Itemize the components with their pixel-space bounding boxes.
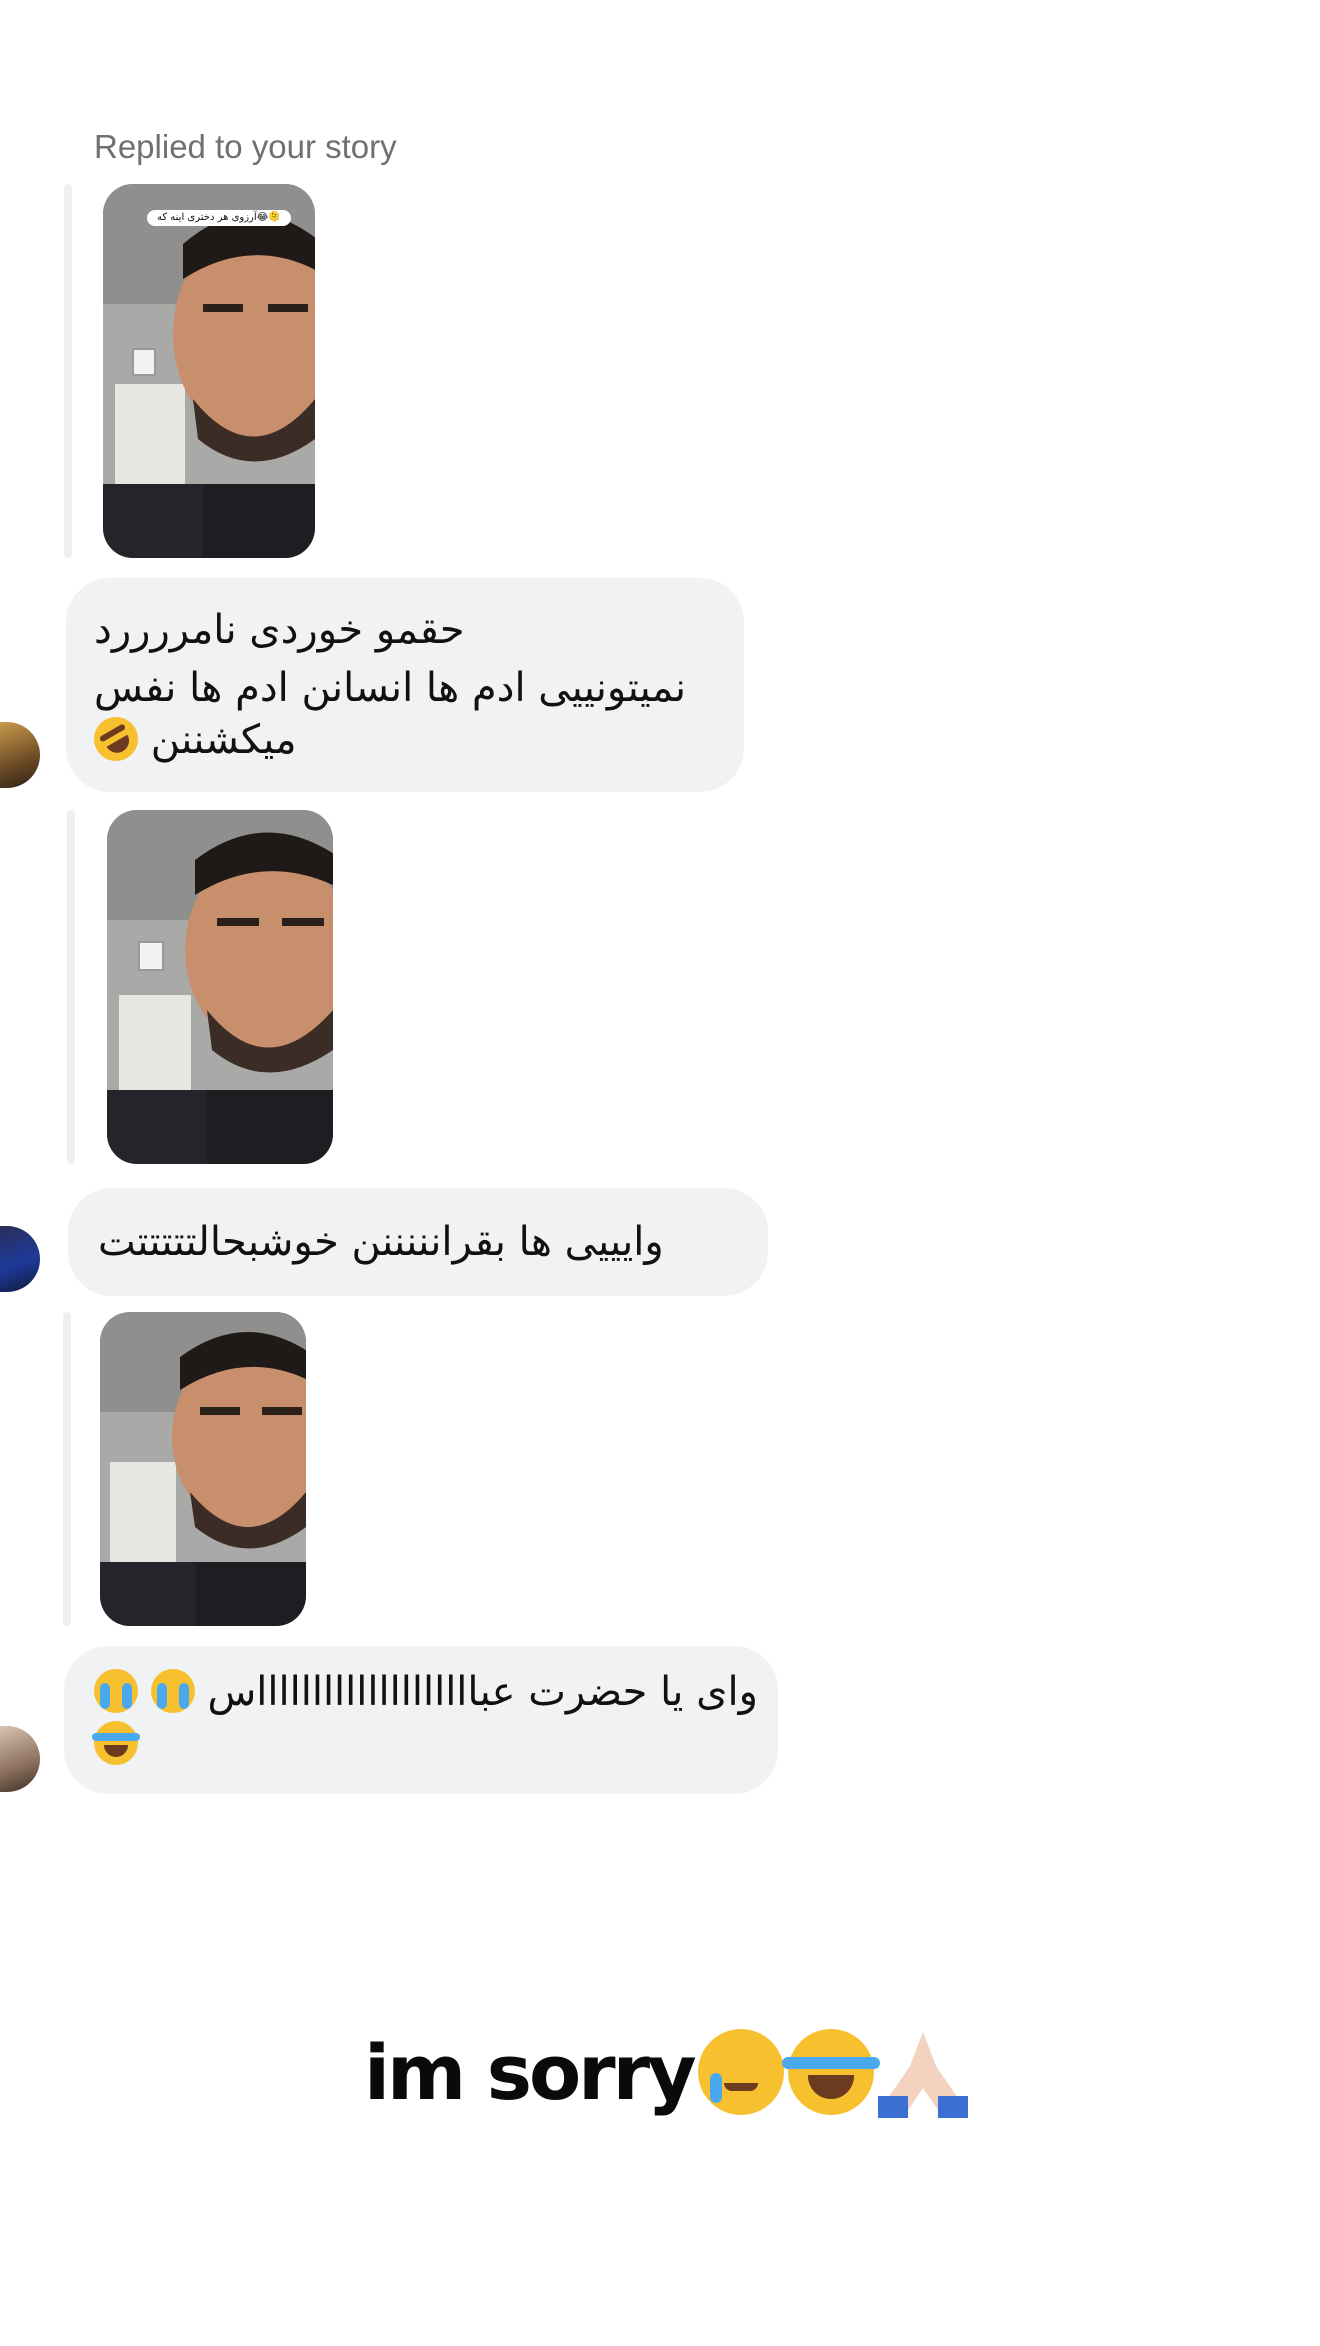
story-image	[100, 1312, 306, 1626]
message-bubble[interactable]: حقمو خوردی نامررررد نمیتونییی ادم ها انس…	[66, 578, 744, 792]
rolling-on-floor-laughing-icon	[85, 708, 147, 770]
sender-avatar[interactable]	[0, 722, 40, 788]
face-with-tears-of-joy-icon	[92, 1721, 140, 1765]
message-line-with-emoji: میکشننن	[85, 708, 297, 770]
reply-quote-line	[67, 810, 75, 1164]
story-thumbnail[interactable]	[107, 810, 333, 1164]
message-line: حقمو خوردی نامررررد	[94, 607, 465, 653]
story-text-overlay: آرزوی هر دختری اینه که😂🫠	[147, 210, 291, 226]
message-line-emoji	[92, 1718, 140, 1770]
story-image	[107, 810, 333, 1164]
replied-to-story-label: Replied to your story	[94, 128, 397, 165]
smiling-face-with-tear-icon	[697, 2029, 784, 2115]
story-image	[103, 184, 315, 558]
message-text: وای یا حضرت عبااااااااااااااااااااس	[207, 1669, 758, 1715]
message-bubble[interactable]: وای یا حضرت عبااااااااااااااااااااس	[64, 1646, 778, 1794]
story-thumbnail[interactable]: آرزوی هر دختری اینه که😂🫠	[103, 184, 315, 558]
message-line: وایییی ها بقرانننننن خوشبحالتتتتتت	[98, 1219, 664, 1265]
message-line: نمیتونییی ادم ها انسانن ادم ها نفس	[94, 665, 686, 711]
sender-avatar[interactable]	[0, 1726, 40, 1792]
message-text: میکشننن	[150, 717, 297, 763]
message-bubble[interactable]: وایییی ها بقرانننننن خوشبحالتتتتتت	[68, 1188, 768, 1296]
sorry-sticker: im sorry	[364, 2024, 970, 2120]
reply-quote-line	[63, 1312, 71, 1626]
folded-hands-icon	[876, 2026, 970, 2118]
loudly-crying-icon	[150, 1669, 195, 1713]
sticker-text: im sorry	[364, 2027, 697, 2117]
face-with-tears-of-joy-icon	[781, 2029, 880, 2115]
story-thumbnail[interactable]	[100, 1312, 306, 1626]
sender-avatar[interactable]	[0, 1226, 40, 1292]
loudly-crying-icon	[94, 1669, 138, 1713]
reply-quote-line	[64, 184, 72, 558]
message-line-with-emoji: وای یا حضرت عبااااااااااااااااااااس	[94, 1666, 758, 1718]
